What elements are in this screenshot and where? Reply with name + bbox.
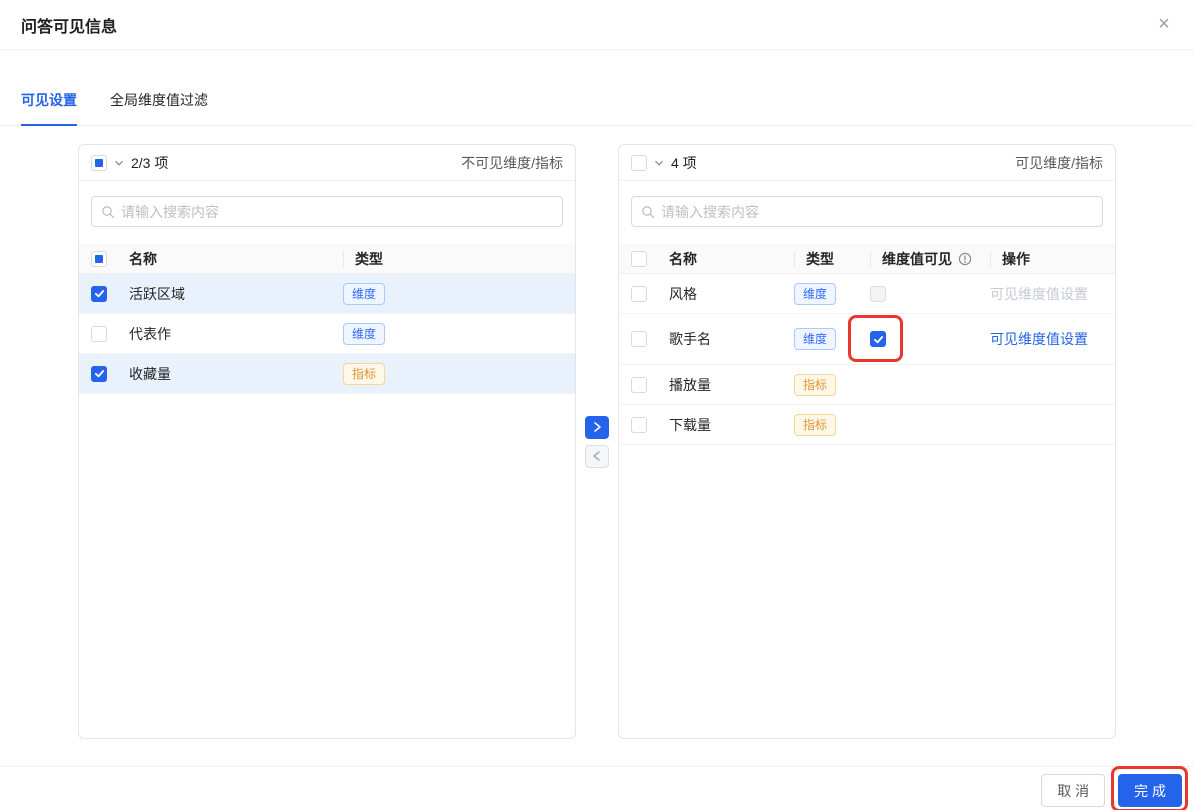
dim-value-settings-link: 可见维度值设置 [990, 285, 1088, 302]
row-name: 风格 [669, 285, 697, 302]
search-input[interactable] [661, 203, 1093, 220]
close-icon[interactable]: × [1150, 10, 1178, 38]
dim-value-settings-link[interactable]: 可见维度值设置 [990, 329, 1088, 349]
row-checkbox[interactable] [631, 376, 647, 393]
row-checkbox[interactable] [631, 416, 647, 433]
divider [870, 250, 871, 267]
column-header-dim-value-visible: 维度值可见 [882, 250, 952, 267]
transfer-body: 2/3 项 不可见维度/指标 名称 类型 活跃区域 维度 代表作 维度 [78, 144, 1116, 739]
type-tag: 指标 [343, 362, 386, 385]
panel-title: 可见维度/指标 [1015, 154, 1103, 171]
table-row[interactable]: 歌手名 维度 可见维度值设置 [619, 314, 1115, 365]
move-right-button[interactable] [585, 415, 609, 439]
column-header-name: 名称 [669, 250, 697, 267]
row-name: 下载量 [669, 416, 711, 433]
dim-value-visible-checkbox[interactable] [870, 331, 886, 347]
panel-title: 不可见维度/指标 [461, 154, 563, 171]
left-panel-invisible: 2/3 项 不可见维度/指标 名称 类型 活跃区域 维度 代表作 维度 [78, 144, 576, 739]
tab-visible-settings[interactable]: 可见设置 [21, 75, 77, 126]
confirm-button[interactable]: 完 成 [1118, 774, 1182, 807]
cancel-button[interactable]: 取 消 [1041, 774, 1106, 807]
row-checkbox[interactable] [631, 331, 647, 347]
chevron-left-icon [590, 449, 604, 463]
chevron-down-icon[interactable] [113, 157, 125, 169]
dim-value-visible-checkbox[interactable] [870, 285, 886, 302]
table-row[interactable]: 代表作 维度 [79, 314, 575, 354]
dialog-footer: 取 消 完 成 [0, 766, 1194, 810]
select-all-checkbox[interactable] [631, 154, 647, 171]
table-row[interactable]: 下载量 指标 [619, 405, 1115, 445]
column-header-type: 类型 [355, 250, 383, 267]
type-tag: 维度 [343, 322, 386, 345]
transfer-controls [576, 144, 618, 739]
chevron-right-icon [590, 420, 604, 434]
table-row[interactable]: 收藏量 指标 [79, 354, 575, 394]
divider [990, 250, 991, 267]
info-circle-icon[interactable] [958, 252, 972, 266]
row-checkbox[interactable] [631, 285, 647, 302]
header-checkbox[interactable] [631, 250, 647, 267]
row-name: 收藏量 [129, 365, 171, 382]
column-header-action: 操作 [1002, 250, 1030, 267]
left-table-header: 名称 类型 [79, 244, 575, 274]
divider [794, 250, 795, 267]
item-count: 4 项 [671, 154, 697, 171]
type-tag: 维度 [343, 282, 386, 305]
dialog-header: 问答可见信息 × [0, 0, 1194, 50]
type-tag: 维度 [794, 282, 837, 305]
row-checkbox[interactable] [91, 325, 107, 342]
column-header-name: 名称 [129, 250, 157, 267]
column-header-type: 类型 [806, 250, 834, 267]
right-search-box [631, 196, 1103, 227]
table-row[interactable]: 风格 维度 可见维度值设置 [619, 274, 1115, 314]
search-input[interactable] [121, 203, 553, 220]
left-search-box [91, 196, 563, 227]
row-checkbox[interactable] [91, 285, 107, 302]
right-panel-header: 4 项 可见维度/指标 [619, 145, 1115, 181]
search-icon [641, 205, 655, 219]
dialog-title: 问答可见信息 [21, 18, 118, 36]
type-tag: 维度 [794, 328, 837, 350]
header-checkbox[interactable] [91, 250, 107, 267]
search-icon [101, 205, 115, 219]
select-all-checkbox[interactable] [91, 154, 107, 171]
move-left-button[interactable] [585, 444, 609, 468]
type-tag: 指标 [794, 373, 837, 396]
row-checkbox[interactable] [91, 365, 107, 382]
right-panel-visible: 4 项 可见维度/指标 名称 类型 维度值可见 操作 风格 [618, 144, 1116, 739]
row-name: 代表作 [129, 325, 171, 342]
table-row[interactable]: 活跃区域 维度 [79, 274, 575, 314]
chevron-down-icon[interactable] [653, 157, 665, 169]
row-name: 歌手名 [669, 331, 711, 347]
divider [343, 250, 344, 267]
left-panel-header: 2/3 项 不可见维度/指标 [79, 145, 575, 181]
type-tag: 指标 [794, 413, 837, 436]
tab-bar: 可见设置 全局维度值过滤 [0, 75, 1194, 126]
tab-global-dimension-filter[interactable]: 全局维度值过滤 [110, 75, 208, 126]
row-name: 播放量 [669, 376, 711, 393]
right-table-header: 名称 类型 维度值可见 操作 [619, 244, 1115, 274]
table-row[interactable]: 播放量 指标 [619, 365, 1115, 405]
row-name: 活跃区域 [129, 285, 185, 302]
selected-count: 2/3 项 [131, 154, 169, 171]
